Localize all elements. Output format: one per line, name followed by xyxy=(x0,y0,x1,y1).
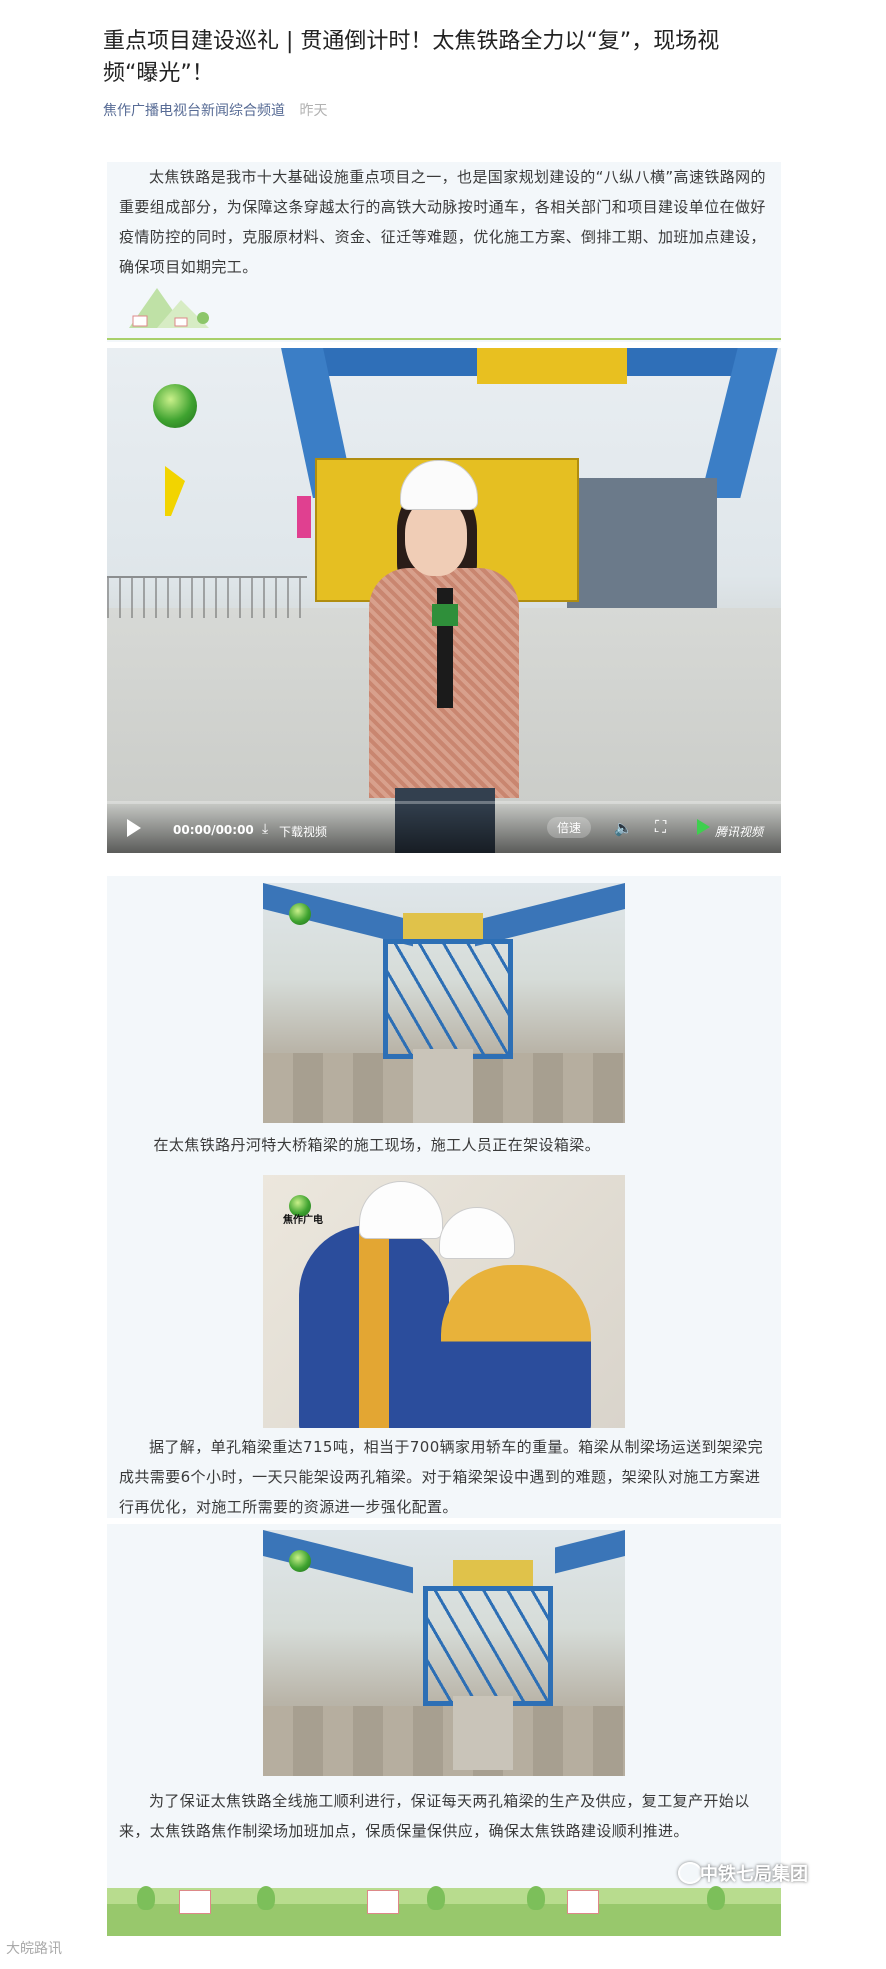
brand-watermark: 中铁七局集团 xyxy=(700,1864,808,1885)
channel-logo-icon xyxy=(289,1550,311,1572)
publish-time: 昨天 xyxy=(299,103,328,119)
wechat-icon xyxy=(678,1862,702,1884)
fullscreen-icon[interactable]: ⛶ xyxy=(655,817,666,837)
tencent-video-label[interactable]: 腾讯视频 xyxy=(715,823,763,840)
download-icon[interactable]: ⤓ xyxy=(262,821,268,837)
divider xyxy=(107,338,781,340)
play-icon[interactable] xyxy=(127,819,141,837)
article-meta: 焦作广播电视台新闻综合频道 昨天 xyxy=(103,100,327,120)
channel-label: 焦作广电 xyxy=(283,1215,323,1226)
progress-bar[interactable] xyxy=(107,801,781,804)
video-player[interactable]: 00:00/00:00 ⤓ 下载视频 倍速 🔈 ⛶ 腾讯视频 xyxy=(107,348,781,853)
video-time: 00:00/00:00 xyxy=(173,823,254,837)
speed-button[interactable]: 倍速 xyxy=(547,817,592,838)
caption-1: 在太焦铁路丹河特大桥箱梁的施工现场，施工人员正在架设箱梁。 xyxy=(153,1136,601,1154)
article-title: 重点项目建设巡礼 | 贯通倒计时！太焦铁路全力以“复”，现场视频“曝光”！ xyxy=(103,29,720,86)
channel-logo-icon xyxy=(153,384,197,428)
channel-logo-icon xyxy=(289,903,311,925)
corner-watermark: 大皖路讯 xyxy=(6,1941,62,1957)
bridge-photo-1 xyxy=(263,883,625,1123)
account-link[interactable]: 焦作广播电视台新闻综合频道 xyxy=(103,103,285,119)
bridge-photo-2 xyxy=(263,1530,625,1776)
hard-hat xyxy=(439,1207,515,1259)
workers-photo: 焦作广电 xyxy=(263,1175,625,1428)
video-controls: 00:00/00:00 ⤓ 下载视频 倍速 🔈 ⛶ 腾讯视频 xyxy=(107,801,781,853)
volume-icon[interactable]: 🔈 xyxy=(614,819,633,837)
body-paragraph-2: 据了解，单孔箱梁重达715吨，相当于700辆家用轿车的重量。箱梁从制梁场运送到架… xyxy=(119,1438,764,1516)
mountain-illustration xyxy=(119,280,229,328)
hard-hat xyxy=(359,1181,443,1239)
body-paragraph-3: 为了保证太焦铁路全线施工顺利进行，保证每天两孔箱梁的生产及供应，复工复产开始以来… xyxy=(119,1792,750,1840)
intro-panel: 太焦铁路是我市十大基础设施重点项目之一，也是国家规划建设的“八纵八横”高速铁路网… xyxy=(107,162,781,342)
tencent-video-icon[interactable] xyxy=(697,819,710,835)
download-button[interactable]: 下载视频 xyxy=(279,823,327,840)
intro-paragraph: 太焦铁路是我市十大基础设施重点项目之一，也是国家规划建设的“八纵八横”高速铁路网… xyxy=(119,168,766,276)
